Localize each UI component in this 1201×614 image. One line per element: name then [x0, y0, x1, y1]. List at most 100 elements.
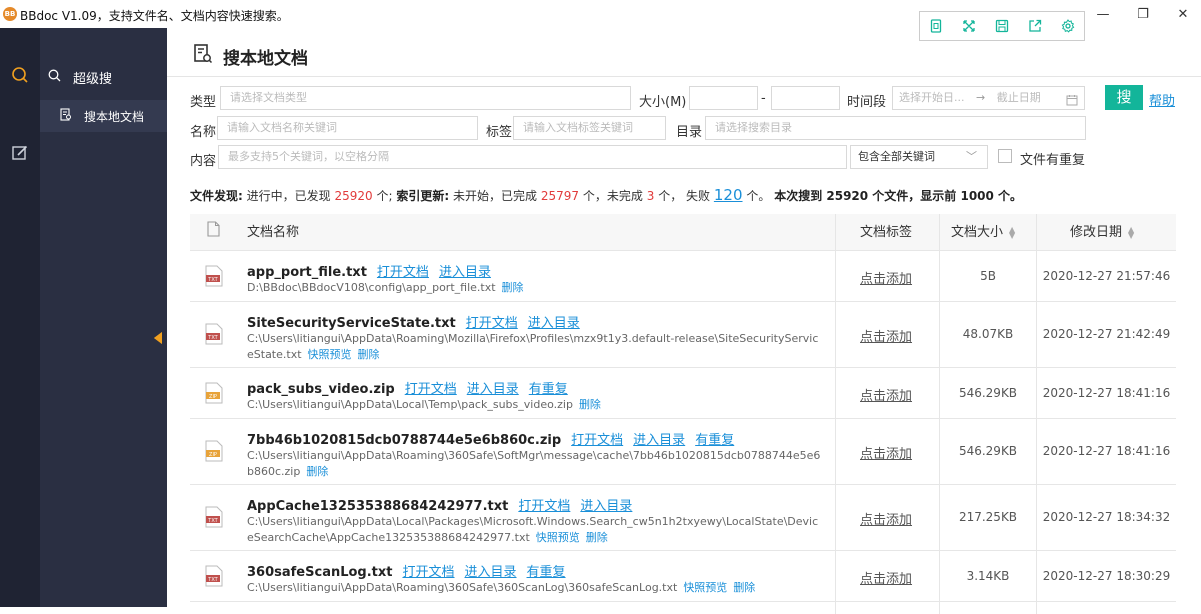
chevron-down-icon: ﹀ — [966, 150, 977, 163]
close-button[interactable]: ✕ — [1168, 4, 1198, 24]
open-dir-link[interactable]: 进入目录 — [528, 316, 580, 331]
file-size: 217.25KB — [958, 510, 1018, 524]
delete-link[interactable]: 删除 — [358, 348, 380, 361]
duplicate-label: 文件有重复 — [1020, 153, 1086, 168]
file-size: 546.29KB — [958, 444, 1018, 458]
page-header: 搜本地文档 — [193, 43, 308, 69]
size-separator: - — [761, 91, 766, 106]
dir-label: 目录 — [676, 125, 703, 140]
content-input[interactable]: 最多支持5个关键词，以空格分隔 — [218, 145, 847, 169]
file-date: 2020-12-27 21:42:49 — [1042, 327, 1171, 341]
match-mode-value: 包含全部关键词 — [858, 150, 935, 163]
add-tag-link[interactable]: 点击添加 — [860, 443, 912, 462]
zip-file-icon: ZIP — [205, 440, 223, 462]
open-doc-link[interactable]: 打开文档 — [405, 382, 457, 397]
add-tag-link[interactable]: 点击添加 — [860, 268, 912, 287]
calendar-icon[interactable] — [1066, 92, 1078, 109]
match-mode-select[interactable]: 包含全部关键词 ﹀ — [850, 145, 988, 169]
fail-count-link[interactable]: 120 — [714, 186, 743, 204]
preview-link[interactable]: 快照预览 — [308, 348, 352, 361]
duplicate-link[interactable]: 有重复 — [695, 433, 734, 448]
delete-link[interactable]: 删除 — [733, 581, 755, 594]
column-divider — [835, 214, 836, 614]
open-dir-link[interactable]: 进入目录 — [439, 265, 491, 280]
open-doc-link[interactable]: 打开文档 — [571, 433, 623, 448]
tag-input[interactable]: 请输入文档标签关键词 — [513, 116, 666, 140]
type-label: 类型 — [190, 95, 217, 110]
preview-link[interactable]: 快照预览 — [536, 531, 580, 544]
duplicate-checkbox[interactable] — [998, 149, 1012, 163]
end-date-placeholder[interactable]: 截止日期 — [997, 91, 1041, 104]
dir-select[interactable]: 请选择搜索目录 — [705, 116, 1086, 140]
svg-text:TXT: TXT — [207, 518, 218, 524]
open-dir-link[interactable]: 进入目录 — [467, 382, 519, 397]
file-name: AppCache132535388684242977.txt — [247, 499, 509, 514]
duplicate-link[interactable]: 有重复 — [527, 565, 566, 580]
nav-item-local-search[interactable]: 搜本地文档 — [40, 100, 167, 132]
txt-file-icon: TXT — [205, 506, 223, 528]
discover-unit: 个; — [376, 189, 393, 203]
file-name: pack_subs_video.zip — [247, 382, 395, 397]
open-dir-link[interactable]: 进入目录 — [580, 499, 632, 514]
svg-text:ZIP: ZIP — [209, 394, 217, 400]
open-doc-link[interactable]: 打开文档 — [403, 565, 455, 580]
name-input[interactable]: 请输入文档名称关键词 — [217, 116, 478, 140]
help-link[interactable]: 帮助 — [1149, 90, 1175, 109]
open-doc-link[interactable]: 打开文档 — [518, 499, 570, 514]
header-date[interactable]: 修改日期 ▲ ▼ — [1070, 214, 1134, 251]
file-date: 2020-12-27 18:41:16 — [1042, 444, 1171, 458]
size-min-input[interactable] — [689, 86, 758, 110]
restore-button[interactable]: ❐ — [1128, 4, 1158, 24]
file-path: C:\Users\litiangui\AppData\Roaming\360Sa… — [247, 581, 678, 594]
date-range-picker[interactable]: 选择开始日... → 截止日期 — [892, 86, 1085, 110]
txt-file-icon: TXT — [205, 565, 223, 587]
add-tag-link[interactable]: 点击添加 — [860, 326, 912, 345]
fail-unit: 个。 — [746, 189, 771, 203]
delete-link[interactable]: 删除 — [306, 465, 328, 478]
open-dir-link[interactable]: 进入目录 — [633, 433, 685, 448]
discover-status: 进行中，已发现 — [246, 189, 331, 203]
header-tag[interactable]: 文档标签 — [860, 214, 912, 251]
delete-link[interactable]: 删除 — [502, 281, 524, 294]
minimize-button[interactable]: — — [1088, 4, 1118, 24]
rail-edit-icon[interactable] — [0, 138, 40, 168]
table-row: ZIP 7bb46b1020815dcb0788744e5e6b860c.zip 打… — [190, 419, 1176, 485]
open-doc-link[interactable]: 打开文档 — [377, 265, 429, 280]
range-arrow-icon: → — [976, 91, 986, 104]
add-tag-link[interactable]: 点击添加 — [860, 385, 912, 404]
search-button[interactable]: 搜 — [1105, 85, 1143, 110]
type-select[interactable]: 请选择文档类型 — [220, 86, 631, 110]
rail-search-icon[interactable] — [0, 60, 40, 90]
sort-icon[interactable]: ▲ ▼ — [1009, 225, 1015, 239]
file-date: 2020-12-27 21:57:46 — [1042, 269, 1171, 283]
page-title: 搜本地文档 — [223, 48, 308, 69]
header-name[interactable]: 文档名称 — [247, 214, 299, 251]
sort-icon[interactable]: ▲ ▼ — [1128, 225, 1134, 239]
file-size: 5B — [980, 269, 996, 283]
duplicate-link[interactable]: 有重复 — [529, 382, 568, 397]
open-doc-link[interactable]: 打开文档 — [466, 316, 518, 331]
preview-link[interactable]: 快照预览 — [683, 581, 727, 594]
delete-link[interactable]: 删除 — [586, 531, 608, 544]
txt-file-icon: TXT — [205, 323, 223, 345]
file-path: C:\Users\litiangui\AppData\Local\Temp\pa… — [247, 398, 573, 411]
start-date-placeholder[interactable]: 选择开始日... — [899, 91, 965, 104]
file-path: C:\Users\litiangui\AppData\Local\Package… — [247, 515, 819, 544]
svg-text:ZIP: ZIP — [209, 452, 217, 458]
add-tag-link[interactable]: 点击添加 — [860, 568, 912, 587]
nav-section-super-search[interactable]: 超级搜 — [48, 68, 112, 87]
delete-link[interactable]: 删除 — [579, 398, 601, 411]
app-title: BBdoc V1.09，支持文件名、文档内容快速搜索。 — [20, 9, 289, 23]
index-unit: 个，未完成 — [582, 189, 643, 203]
txt-file-icon: TXT — [205, 265, 223, 287]
header-size[interactable]: 文档大小 ▲ ▼ — [951, 214, 1015, 251]
discover-label: 文件发现: — [190, 189, 243, 203]
panel-toggle-icon[interactable] — [154, 332, 162, 344]
size-max-input[interactable] — [771, 86, 840, 110]
open-dir-link[interactable]: 进入目录 — [465, 565, 517, 580]
add-tag-link[interactable]: 点击添加 — [860, 509, 912, 528]
file-size: 3.14KB — [966, 569, 1010, 583]
svg-text:TXT: TXT — [207, 577, 218, 583]
file-date: 2020-12-27 18:41:16 — [1042, 386, 1171, 400]
result-summary: 本次搜到 25920 个文件，显示前 1000 个。 — [774, 189, 1023, 203]
